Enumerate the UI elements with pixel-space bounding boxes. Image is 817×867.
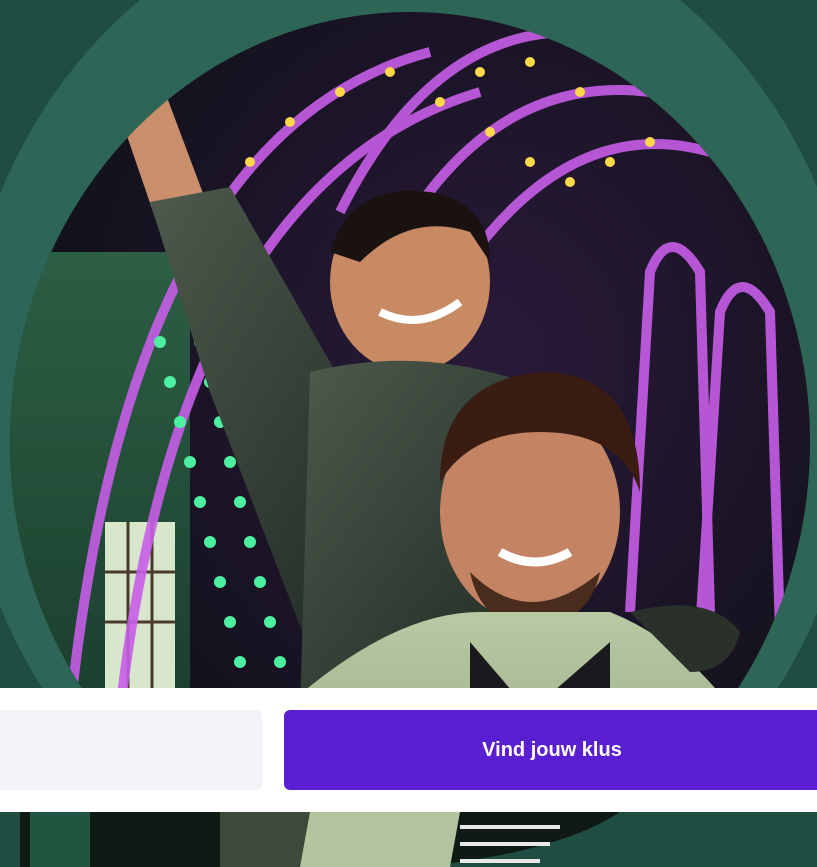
- job-search-input[interactable]: [0, 710, 262, 790]
- search-bar: Vind jouw klus: [0, 688, 817, 812]
- find-job-button[interactable]: Vind jouw klus: [284, 710, 817, 790]
- hero-section: Vind jouw klus: [0, 0, 817, 867]
- hero-photo-bottom: [0, 812, 817, 867]
